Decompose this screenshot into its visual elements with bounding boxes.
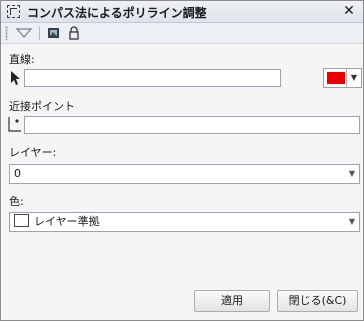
layer-select[interactable]: 0 ▼ (9, 164, 360, 184)
title-bar[interactable]: コンパス法によるポリライン調整 ✕ (1, 1, 363, 23)
filter-icon[interactable] (15, 25, 33, 41)
toolbar-grip-icon[interactable] (5, 26, 8, 40)
near-point-input[interactable] (24, 116, 360, 134)
color-select[interactable]: レイヤー準拠 ▼ (9, 212, 360, 232)
bylayer-swatch-icon (14, 214, 29, 227)
close-icon[interactable]: ✕ (341, 2, 357, 20)
close-button[interactable]: 閉じる(&C) (277, 290, 358, 312)
color-swatch (327, 72, 345, 84)
layer-label: レイヤー: (9, 146, 57, 159)
line-color-picker[interactable]: ▼ (323, 68, 362, 88)
chevron-down-icon: ▼ (348, 169, 355, 178)
chevron-down-icon: ▼ (348, 217, 355, 226)
pointer-icon[interactable] (9, 70, 21, 86)
toolbar-separator (39, 26, 40, 40)
window-title: コンパス法によるポリライン調整 (27, 6, 207, 20)
line-label: 直線: (9, 53, 35, 66)
dialog-window: コンパス法によるポリライン調整 ✕ 直線: ▼ 近接ポイント レイヤー: 0 ▼… (0, 0, 364, 321)
line-input[interactable] (24, 69, 281, 87)
polyline-adjust-icon (7, 5, 20, 18)
color-label: 色: (9, 195, 24, 208)
apply-button[interactable]: 適用 (194, 290, 270, 312)
snap-point-icon[interactable] (7, 115, 23, 133)
toolbar (1, 23, 363, 44)
near-point-label: 近接ポイント (9, 100, 75, 113)
image-icon[interactable] (45, 25, 63, 41)
lock-icon[interactable] (65, 25, 83, 41)
chevron-down-icon[interactable]: ▼ (346, 69, 361, 87)
layer-value: 0 (14, 167, 21, 180)
color-value: レイヤー準拠 (34, 215, 100, 228)
